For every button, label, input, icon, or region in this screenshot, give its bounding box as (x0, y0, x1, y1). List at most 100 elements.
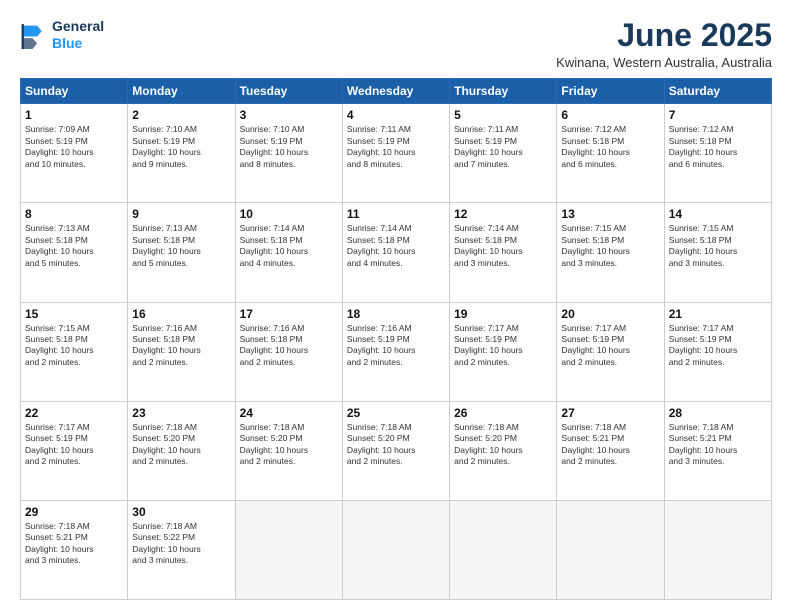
col-wednesday: Wednesday (342, 79, 449, 104)
day-info: Sunrise: 7:17 AM Sunset: 5:19 PM Dayligh… (25, 422, 123, 468)
day-number: 8 (25, 207, 123, 221)
day-number: 3 (240, 108, 338, 122)
day-info: Sunrise: 7:17 AM Sunset: 5:19 PM Dayligh… (561, 323, 659, 369)
day-info: Sunrise: 7:13 AM Sunset: 5:18 PM Dayligh… (25, 223, 123, 269)
calendar-week-row: 22 Sunrise: 7:17 AM Sunset: 5:19 PM Dayli… (21, 401, 772, 500)
day-info: Sunrise: 7:12 AM Sunset: 5:18 PM Dayligh… (669, 124, 767, 170)
table-row: 25 Sunrise: 7:18 AM Sunset: 5:20 PM Dayli… (342, 401, 449, 500)
day-info: Sunrise: 7:11 AM Sunset: 5:19 PM Dayligh… (347, 124, 445, 170)
day-info: Sunrise: 7:18 AM Sunset: 5:21 PM Dayligh… (561, 422, 659, 468)
day-info: Sunrise: 7:10 AM Sunset: 5:19 PM Dayligh… (132, 124, 230, 170)
day-info: Sunrise: 7:15 AM Sunset: 5:18 PM Dayligh… (561, 223, 659, 269)
day-info: Sunrise: 7:14 AM Sunset: 5:18 PM Dayligh… (347, 223, 445, 269)
day-number: 30 (132, 505, 230, 519)
table-row (342, 500, 449, 599)
col-monday: Monday (128, 79, 235, 104)
day-info: Sunrise: 7:16 AM Sunset: 5:19 PM Dayligh… (347, 323, 445, 369)
table-row: 29 Sunrise: 7:18 AM Sunset: 5:21 PM Dayli… (21, 500, 128, 599)
table-row: 18 Sunrise: 7:16 AM Sunset: 5:19 PM Dayli… (342, 302, 449, 401)
table-row: 2 Sunrise: 7:10 AM Sunset: 5:19 PM Daylig… (128, 104, 235, 203)
day-number: 5 (454, 108, 552, 122)
table-row (664, 500, 771, 599)
calendar-week-row: 15Sunrise: 7:15 AM Sunset: 5:18 PM Dayli… (21, 302, 772, 401)
table-row: 21Sunrise: 7:17 AM Sunset: 5:19 PM Dayli… (664, 302, 771, 401)
day-info: Sunrise: 7:09 AM Sunset: 5:19 PM Dayligh… (25, 124, 123, 170)
day-info: Sunrise: 7:18 AM Sunset: 5:20 PM Dayligh… (132, 422, 230, 468)
table-row: 6Sunrise: 7:12 AM Sunset: 5:18 PM Daylig… (557, 104, 664, 203)
table-row: 3 Sunrise: 7:10 AM Sunset: 5:19 PM Daylig… (235, 104, 342, 203)
table-row: 13 Sunrise: 7:15 AM Sunset: 5:18 PM Dayli… (557, 203, 664, 302)
logo-text: General Blue (52, 18, 104, 52)
table-row: 14 Sunrise: 7:15 AM Sunset: 5:18 PM Dayli… (664, 203, 771, 302)
calendar-week-row: 1 Sunrise: 7:09 AM Sunset: 5:19 PM Daylig… (21, 104, 772, 203)
generalblue-logo-icon (20, 21, 48, 49)
col-sunday: Sunday (21, 79, 128, 104)
day-number: 6 (561, 108, 659, 122)
table-row: 9 Sunrise: 7:13 AM Sunset: 5:18 PM Daylig… (128, 203, 235, 302)
day-number: 15 (25, 307, 123, 321)
table-row: 7Sunrise: 7:12 AM Sunset: 5:18 PM Daylig… (664, 104, 771, 203)
day-number: 2 (132, 108, 230, 122)
day-info: Sunrise: 7:18 AM Sunset: 5:22 PM Dayligh… (132, 521, 230, 567)
title-block: June 2025 Kwinana, Western Australia, Au… (556, 18, 772, 70)
day-number: 10 (240, 207, 338, 221)
table-row: 17 Sunrise: 7:16 AM Sunset: 5:18 PM Dayli… (235, 302, 342, 401)
table-row: 1 Sunrise: 7:09 AM Sunset: 5:19 PM Daylig… (21, 104, 128, 203)
day-number: 20 (561, 307, 659, 321)
table-row (235, 500, 342, 599)
day-number: 28 (669, 406, 767, 420)
table-row: 12Sunrise: 7:14 AM Sunset: 5:18 PM Dayli… (450, 203, 557, 302)
page: General Blue June 2025 Kwinana, Western … (0, 0, 792, 612)
day-info: Sunrise: 7:18 AM Sunset: 5:21 PM Dayligh… (25, 521, 123, 567)
table-row: 8 Sunrise: 7:13 AM Sunset: 5:18 PM Daylig… (21, 203, 128, 302)
calendar-table: Sunday Monday Tuesday Wednesday Thursday… (20, 78, 772, 600)
day-number: 23 (132, 406, 230, 420)
col-saturday: Saturday (664, 79, 771, 104)
calendar-header-row: Sunday Monday Tuesday Wednesday Thursday… (21, 79, 772, 104)
table-row (450, 500, 557, 599)
col-friday: Friday (557, 79, 664, 104)
table-row: 5 Sunrise: 7:11 AM Sunset: 5:19 PM Daylig… (450, 104, 557, 203)
day-number: 22 (25, 406, 123, 420)
day-number: 25 (347, 406, 445, 420)
day-number: 19 (454, 307, 552, 321)
day-info: Sunrise: 7:11 AM Sunset: 5:19 PM Dayligh… (454, 124, 552, 170)
day-info: Sunrise: 7:18 AM Sunset: 5:20 PM Dayligh… (347, 422, 445, 468)
day-number: 18 (347, 307, 445, 321)
day-info: Sunrise: 7:10 AM Sunset: 5:19 PM Dayligh… (240, 124, 338, 170)
day-number: 26 (454, 406, 552, 420)
day-info: Sunrise: 7:18 AM Sunset: 5:20 PM Dayligh… (454, 422, 552, 468)
day-number: 12 (454, 207, 552, 221)
table-row: 15Sunrise: 7:15 AM Sunset: 5:18 PM Dayli… (21, 302, 128, 401)
day-info: Sunrise: 7:17 AM Sunset: 5:19 PM Dayligh… (669, 323, 767, 369)
day-number: 14 (669, 207, 767, 221)
table-row: 4 Sunrise: 7:11 AM Sunset: 5:19 PM Daylig… (342, 104, 449, 203)
day-number: 1 (25, 108, 123, 122)
day-info: Sunrise: 7:18 AM Sunset: 5:20 PM Dayligh… (240, 422, 338, 468)
month-title: June 2025 (556, 18, 772, 53)
table-row: 24 Sunrise: 7:18 AM Sunset: 5:20 PM Dayli… (235, 401, 342, 500)
table-row (557, 500, 664, 599)
day-number: 9 (132, 207, 230, 221)
col-thursday: Thursday (450, 79, 557, 104)
day-number: 27 (561, 406, 659, 420)
col-tuesday: Tuesday (235, 79, 342, 104)
day-info: Sunrise: 7:17 AM Sunset: 5:19 PM Dayligh… (454, 323, 552, 369)
table-row: 19 Sunrise: 7:17 AM Sunset: 5:19 PM Dayli… (450, 302, 557, 401)
day-number: 17 (240, 307, 338, 321)
day-info: Sunrise: 7:16 AM Sunset: 5:18 PM Dayligh… (240, 323, 338, 369)
day-info: Sunrise: 7:15 AM Sunset: 5:18 PM Dayligh… (669, 223, 767, 269)
day-number: 11 (347, 207, 445, 221)
day-number: 16 (132, 307, 230, 321)
table-row: 23 Sunrise: 7:18 AM Sunset: 5:20 PM Dayli… (128, 401, 235, 500)
table-row: 11 Sunrise: 7:14 AM Sunset: 5:18 PM Dayli… (342, 203, 449, 302)
day-number: 13 (561, 207, 659, 221)
day-number: 4 (347, 108, 445, 122)
table-row: 30 Sunrise: 7:18 AM Sunset: 5:22 PM Dayli… (128, 500, 235, 599)
day-number: 29 (25, 505, 123, 519)
table-row: 27 Sunrise: 7:18 AM Sunset: 5:21 PM Dayli… (557, 401, 664, 500)
location: Kwinana, Western Australia, Australia (556, 55, 772, 70)
day-info: Sunrise: 7:13 AM Sunset: 5:18 PM Dayligh… (132, 223, 230, 269)
calendar-week-row: 29 Sunrise: 7:18 AM Sunset: 5:21 PM Dayli… (21, 500, 772, 599)
day-number: 24 (240, 406, 338, 420)
